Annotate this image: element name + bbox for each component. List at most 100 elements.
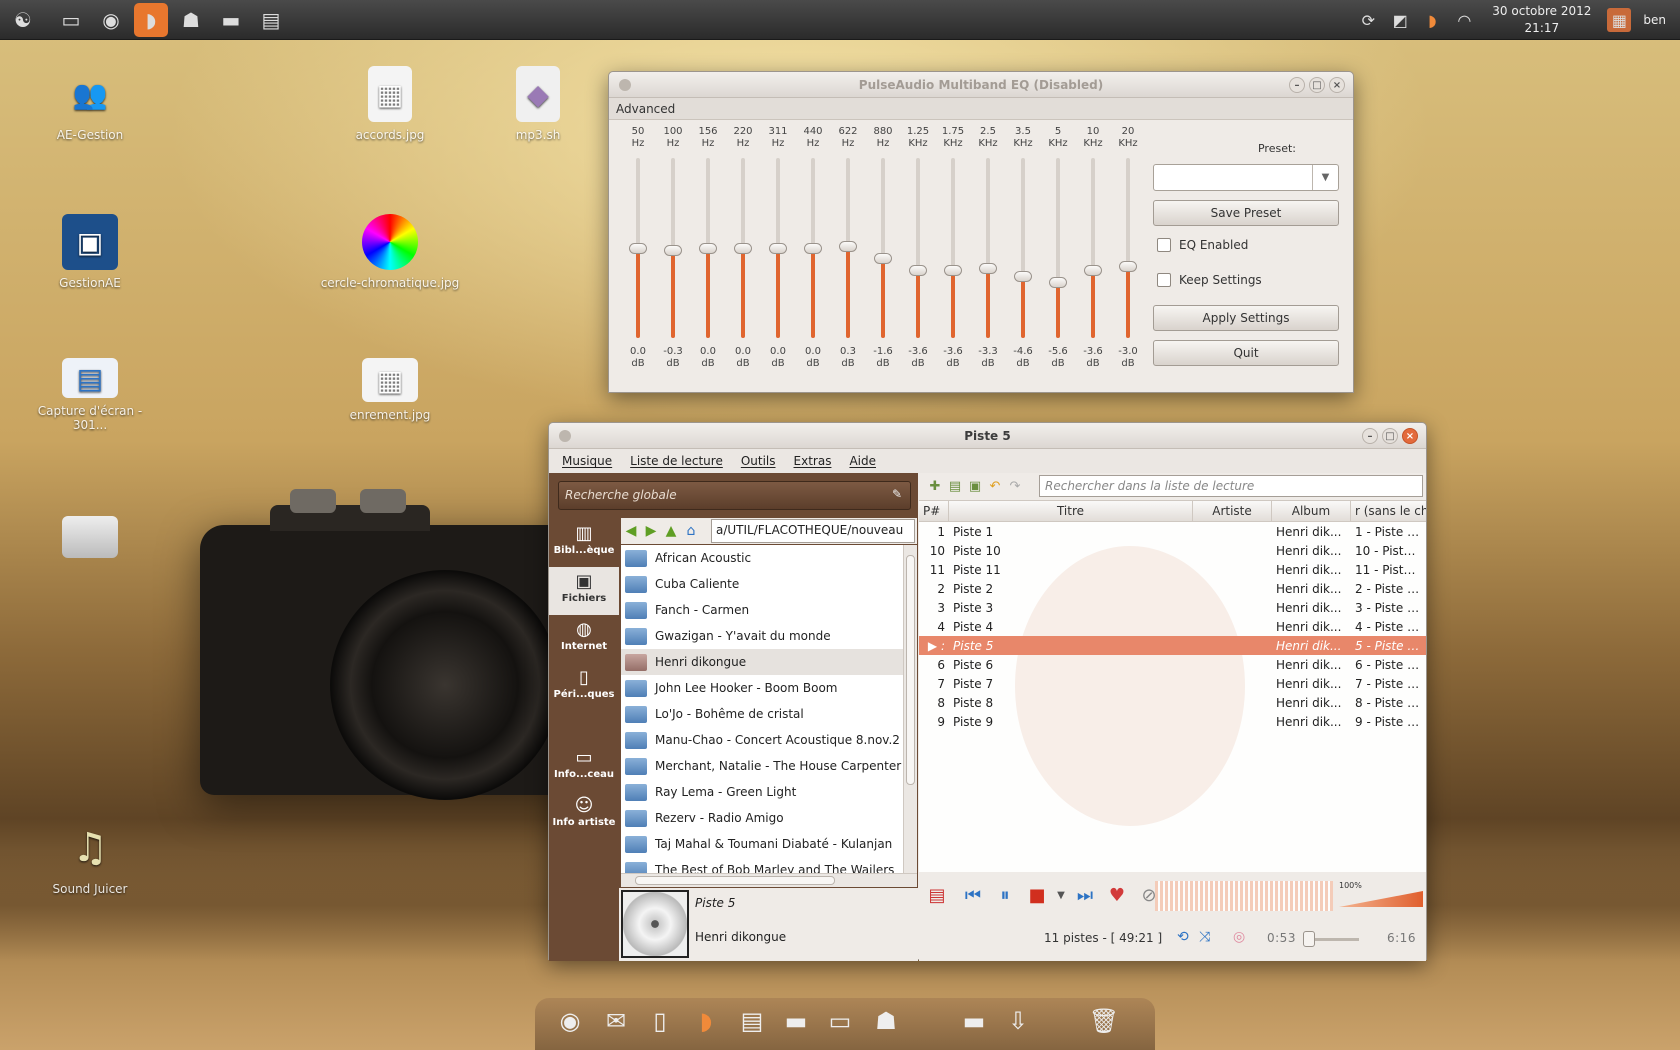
lastfm-icon[interactable]: ◎ [1233, 929, 1245, 945]
desktop-icon-mp3sh[interactable]: ◆ mp3.sh [468, 66, 608, 142]
folder-icon[interactable]: ▬ [954, 1001, 994, 1041]
window-icon[interactable]: ▭ [820, 1001, 860, 1041]
system-menu-icon[interactable]: ☯ [6, 3, 40, 37]
column-title[interactable]: Titre [949, 501, 1193, 521]
band-slider-thumb[interactable] [664, 244, 682, 256]
player-titlebar[interactable]: Piste 5 – □ × [549, 423, 1426, 449]
mail-icon[interactable]: ✉ [596, 1001, 636, 1041]
stop-options-icon[interactable]: ▼ [1055, 881, 1067, 909]
band-slider-thumb[interactable] [944, 264, 962, 276]
user-name[interactable]: ben [1643, 13, 1666, 27]
next-icon[interactable]: ⏭ [1071, 881, 1099, 909]
stop-icon[interactable]: ■ [1023, 881, 1051, 909]
table-row[interactable]: 10 Piste 10 Henri dik... 10 - Piste ... [919, 541, 1426, 560]
band-slider-thumb[interactable] [734, 243, 752, 254]
menu-musique[interactable]: Musique [562, 454, 612, 468]
sidebar-item-fichiers[interactable]: ▣ Fichiers [549, 567, 619, 615]
desktop-icon-cercle[interactable]: cercle-chromatique.jpg [320, 214, 460, 290]
desktop-icon-folder[interactable] [20, 516, 160, 564]
band-slider-thumb[interactable] [979, 262, 997, 274]
clementine-icon[interactable]: ◗ [686, 1001, 726, 1041]
folder-item[interactable]: Rezerv - Radio Amigo [621, 805, 903, 831]
folder-item[interactable]: Gwazigan - Y'avait du monde [621, 623, 903, 649]
shuffle-icon[interactable]: ⤨ [1199, 929, 1210, 945]
folder-item[interactable]: Merchant, Natalie - The House Carpenter [621, 753, 903, 779]
up-arrow-icon[interactable]: ▲ [661, 523, 681, 539]
back-arrow-icon[interactable]: ◀ [621, 523, 641, 539]
table-row[interactable]: 11 Piste 11 Henri dik... 11 - Piste ... [919, 560, 1426, 579]
band-slider-thumb[interactable] [629, 243, 647, 254]
path-input[interactable]: a/UTIL/FLACOTHEQUE/nouveau [711, 519, 915, 543]
sidebar-item-peripheriques[interactable]: ▯ Péri...ques [549, 663, 619, 711]
clementine-tray-icon[interactable]: ◗ [1420, 8, 1444, 32]
previous-icon[interactable]: ⏮ [959, 881, 987, 909]
desktop-icon-enrement[interactable]: ▦ enrement.jpg [320, 358, 460, 422]
save-preset-button[interactable]: Save Preset [1153, 200, 1339, 226]
folder-item[interactable]: Henri dikongue [621, 649, 903, 675]
band-slider-thumb[interactable] [1084, 264, 1102, 276]
files-icon[interactable]: ▬ [214, 3, 248, 37]
folder-item[interactable]: The Best of Bob Marley and The Wailers [621, 857, 903, 873]
menu-liste-de-lecture[interactable]: Liste de lecture [630, 454, 723, 468]
band-slider-thumb[interactable] [909, 264, 927, 276]
quit-button[interactable]: Quit [1153, 340, 1339, 366]
folder-item[interactable]: Lo'Jo - Bohême de cristal [621, 701, 903, 727]
redo-icon[interactable]: ↷ [1005, 479, 1025, 494]
love-icon[interactable]: ♥ [1103, 881, 1131, 909]
close-icon[interactable]: × [1329, 77, 1345, 93]
column-album[interactable]: Album [1272, 501, 1351, 521]
column-number[interactable]: P# [919, 501, 949, 521]
chrome-icon[interactable]: ◉ [550, 1001, 590, 1041]
band-slider-thumb[interactable] [874, 252, 892, 264]
desktop-icon-sound-juicer[interactable]: ♫ Sound Juicer [20, 820, 160, 896]
sidebar-item-internet[interactable]: ◍ Internet [549, 615, 619, 663]
close-icon[interactable]: × [1402, 428, 1418, 444]
band-slider-thumb[interactable] [804, 243, 822, 254]
clementine-icon[interactable]: ◗ [134, 2, 168, 37]
desktop-icon-accords[interactable]: ▦ accords.jpg [320, 66, 460, 142]
folder-icon[interactable]: ▬ [776, 1001, 816, 1041]
chrome-icon[interactable]: ◉ [94, 3, 128, 37]
app-icon[interactable]: ☗ [866, 1001, 906, 1041]
undo-icon[interactable]: ↶ [985, 479, 1005, 494]
column-sort[interactable]: r (sans le ch [1351, 501, 1426, 521]
keep-settings-checkbox[interactable]: Keep Settings [1157, 273, 1262, 287]
playlist-search-input[interactable]: Rechercher dans la liste de lecture [1039, 475, 1423, 497]
repeat-icon[interactable]: ⟲ [1177, 929, 1189, 945]
chevron-down-icon[interactable]: ▼ [1312, 165, 1338, 190]
table-row[interactable]: 1 Piste 1 Henri dik... 1 - Piste 1.... [919, 522, 1426, 541]
window-icon[interactable]: ▤ [254, 3, 288, 37]
minimize-icon[interactable]: – [1289, 77, 1305, 93]
downloads-icon[interactable]: ⇩ [998, 1001, 1038, 1041]
search-options-icon[interactable]: ✎ [892, 487, 902, 501]
desktop-icon-capture[interactable]: ▤ Capture d'écran - 301... [20, 358, 160, 432]
desktop-icon-ae-gestion[interactable]: 👥 AE-Gestion [20, 66, 160, 143]
folder-hscrollbar[interactable] [621, 873, 917, 887]
sidebar-item-info-morceau[interactable]: ▭ Info...ceau [549, 743, 619, 791]
folder-item[interactable]: John Lee Hooker - Boom Boom [621, 675, 903, 701]
folder-item[interactable]: Ray Lema - Green Light [621, 779, 903, 805]
table-row[interactable]: 2 Piste 2 Henri dik... 2 - Piste 2.... [919, 579, 1426, 598]
folder-item[interactable]: Cuba Caliente [621, 571, 903, 597]
playlist-menu-icon[interactable]: ▤ [923, 881, 951, 909]
table-row[interactable]: ▶ : Piste 5 Henri dik... 5 - Piste 5.... [919, 636, 1426, 655]
folder-item[interactable]: Fanch - Carmen [621, 597, 903, 623]
forward-arrow-icon[interactable]: ▶ [641, 523, 661, 539]
checkbox-icon[interactable] [1157, 273, 1171, 287]
session-icon[interactable]: ▦ [1607, 8, 1632, 32]
sidebar-item-bibliotheque[interactable]: ▥ Bibl...èque [549, 519, 619, 567]
spectrum-analyzer[interactable] [1155, 881, 1333, 911]
folder-item[interactable]: Taj Mahal & Toumani Diabaté - Kulanjan [621, 831, 903, 857]
checkbox-icon[interactable] [1157, 238, 1171, 252]
table-row[interactable]: 4 Piste 4 Henri dik... 4 - Piste 4.... [919, 617, 1426, 636]
table-row[interactable]: 8 Piste 8 Henri dik... 8 - Piste 8.... [919, 693, 1426, 712]
trash-icon[interactable]: 🗑 [1084, 1001, 1124, 1041]
desktop-icon-gestionae[interactable]: ▣ GestionAE [20, 214, 160, 290]
band-slider-thumb[interactable] [1049, 276, 1067, 288]
band-slider-thumb[interactable] [1119, 261, 1137, 272]
seek-slider[interactable] [1303, 931, 1359, 947]
preset-combo[interactable]: ▼ [1153, 164, 1339, 191]
folder-vscrollbar[interactable] [903, 545, 917, 873]
pause-icon[interactable]: ⏸ [991, 881, 1019, 909]
new-playlist-icon[interactable]: ✚ [925, 479, 945, 494]
